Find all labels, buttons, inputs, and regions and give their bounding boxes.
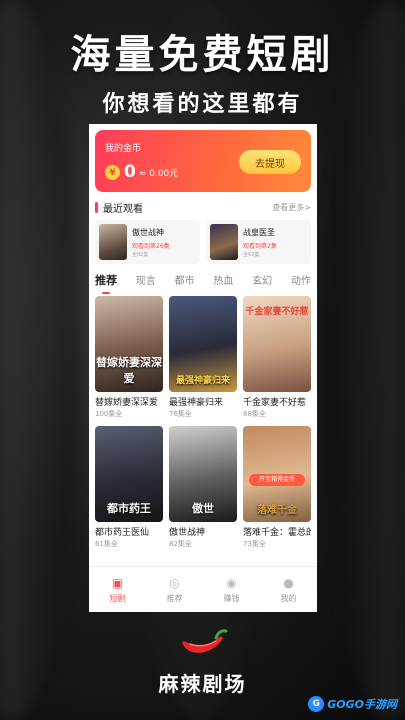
drama-title: 千金家妻不好惹 <box>243 398 307 408</box>
app-name: 麻辣剧场 <box>158 672 247 696</box>
recent-title: 傲世战神 <box>132 227 164 237</box>
drama-episodes: 61集全 <box>95 540 118 548</box>
drama-poster: 最强神豪归来 <box>169 296 237 392</box>
poster-title-art: 落难千金 <box>257 505 297 516</box>
drama-poster: 千金家妻不好惹 <box>243 296 311 392</box>
poster-title-art: 傲世 <box>192 502 214 515</box>
drama-card[interactable]: 都市药王 都市药王医仙 61集全 <box>95 426 163 549</box>
drama-poster: 替嫁娇妻深深爱 <box>95 296 163 392</box>
tab-romance[interactable]: 现言 <box>136 272 156 292</box>
coin-equivalent: ≈ 0.00元 <box>138 169 179 179</box>
nav-label: 我的 <box>280 593 297 603</box>
drama-card[interactable]: 开宝箱得金币 落难千金 落难千金：霍总的心尖宠 73集全 <box>243 426 311 549</box>
tab-action-hot[interactable]: 热血 <box>213 272 233 292</box>
film-icon: ▣ <box>111 575 124 590</box>
drama-poster: 都市药王 <box>95 426 163 522</box>
watermark-logo-icon: G <box>308 696 325 712</box>
profile-icon: ● <box>283 575 294 590</box>
drama-title: 落难千金：霍总的心尖宠 <box>243 528 311 538</box>
coin-title: 我的金币 <box>105 144 142 154</box>
nav-item-earn[interactable]: ◉ 赚钱 <box>212 576 252 604</box>
recent-progress: 观看到第26集 <box>132 242 170 250</box>
discover-icon: ◎ <box>169 575 180 590</box>
coin-value: 0 <box>124 162 136 182</box>
recent-total: 全69集 <box>243 251 260 258</box>
drama-title: 替嫁娇妻深深爱 <box>95 398 159 408</box>
coin-balance-row: ¥ 0 ≈ 0.00元 <box>105 164 178 181</box>
nav-item-recommend[interactable]: ◎ 推荐 <box>155 576 195 604</box>
recent-item[interactable]: 傲世战神 观看到第26集 全82集 <box>95 220 200 264</box>
recent-thumbnail <box>210 224 238 260</box>
bottom-nav: ▣ 短剧 ◎ 推荐 ◉ 赚钱 ● 我的 <box>89 566 317 612</box>
coin-icon: ¥ <box>105 165 120 180</box>
drama-episodes: 100集全 <box>95 410 123 418</box>
tab-urban[interactable]: 都市 <box>175 272 195 292</box>
drama-card[interactable]: 最强神豪归来 最强神豪归来 76集全 <box>169 296 237 419</box>
poster-title-art: 替嫁娇妻深深爱 <box>96 356 162 385</box>
drama-title: 都市药王医仙 <box>95 528 150 538</box>
promo-subline: 你想看的这里都有 <box>102 92 303 117</box>
nav-item-profile[interactable]: ● 我的 <box>269 576 309 604</box>
drama-card[interactable]: 傲世 傲世战神 82集全 <box>169 426 237 549</box>
money-bag-icon: ◉ <box>226 575 237 590</box>
recent-section-header: 最近观看 查看更多> <box>95 200 311 215</box>
poster-title-art: 最强神豪归来 <box>175 376 230 386</box>
drama-episodes: 76集全 <box>169 410 192 418</box>
drama-episodes: 88集全 <box>243 410 266 418</box>
see-more-link[interactable]: 查看更多> <box>272 202 311 213</box>
drama-episodes: 82集全 <box>169 540 192 548</box>
treasure-chest-badge[interactable]: 开宝箱得金币 <box>249 474 305 486</box>
coin-card: 我的金币 ¥ 0 ≈ 0.00元 去提现 <box>95 130 311 192</box>
nav-label: 短剧 <box>109 593 126 603</box>
nav-label: 推荐 <box>166 593 183 603</box>
drama-title: 傲世战神 <box>169 528 206 538</box>
drama-grid: 替嫁娇妻深深爱 替嫁娇妻深深爱 100集全 最强神豪归来 最强神豪归来 76集全… <box>95 296 311 549</box>
recent-list: 傲世战神 观看到第26集 全82集 战皇医圣 观看到第2集 全69集 <box>95 220 311 264</box>
promo-headline: 海量免费短剧 <box>70 32 335 78</box>
recent-item[interactable]: 战皇医圣 观看到第2集 全69集 <box>206 220 311 264</box>
drama-title: 最强神豪归来 <box>169 398 224 408</box>
drama-poster: 傲世 <box>169 426 237 522</box>
chili-pepper-logo-icon <box>182 629 228 653</box>
poster-title-art: 千金家妻不好惹 <box>245 307 309 317</box>
poster-title-art: 都市药王 <box>107 502 151 515</box>
tab-fantasy[interactable]: 玄幻 <box>252 272 272 292</box>
app-screen: 我的金币 ¥ 0 ≈ 0.00元 去提现 最近观看 查看更多> 傲世战神 观看到… <box>89 124 317 612</box>
recent-title: 战皇医圣 <box>243 227 275 237</box>
drama-card[interactable]: 千金家妻不好惹 千金家妻不好惹 88集全 <box>243 296 311 419</box>
watermark-text: GOGO手游网 <box>327 698 397 711</box>
tab-action[interactable]: 动作 <box>291 272 311 292</box>
category-tabs: 推荐 现言 都市 热血 玄幻 动作 <box>95 272 311 294</box>
recent-thumbnail <box>99 224 127 260</box>
tab-recommend[interactable]: 推荐 <box>95 272 117 294</box>
withdraw-button[interactable]: 去提现 <box>239 150 301 174</box>
drama-card[interactable]: 替嫁娇妻深深爱 替嫁娇妻深深爱 100集全 <box>95 296 163 419</box>
nav-item-drama[interactable]: ▣ 短剧 <box>98 576 138 604</box>
recent-total: 全82集 <box>132 251 149 258</box>
section-accent-bar <box>95 201 98 213</box>
recent-section-title: 最近观看 <box>103 203 143 215</box>
site-watermark: G GOGO手游网 <box>308 696 397 712</box>
recent-progress: 观看到第2集 <box>243 242 277 250</box>
drama-episodes: 73集全 <box>243 540 266 548</box>
nav-label: 赚钱 <box>223 593 240 603</box>
drama-poster: 开宝箱得金币 落难千金 <box>243 426 311 522</box>
